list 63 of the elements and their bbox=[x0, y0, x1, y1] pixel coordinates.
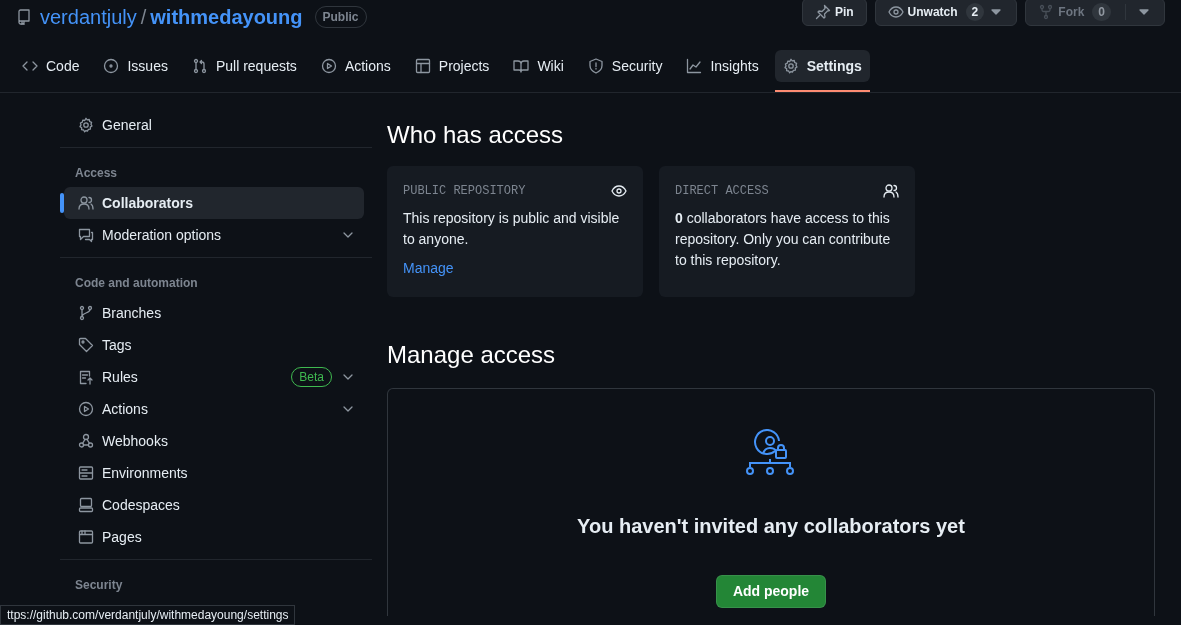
section-heading: Code and automation bbox=[74, 275, 199, 292]
path-separator: / bbox=[140, 6, 147, 28]
server-icon bbox=[78, 465, 94, 481]
section-title: Who has access bbox=[387, 121, 565, 150]
fork-icon bbox=[1038, 4, 1055, 20]
nav-tab[interactable]: Issues bbox=[95, 50, 176, 82]
pin-button[interactable]: Pin bbox=[801, 0, 867, 26]
branch-icon bbox=[78, 305, 94, 321]
browser-icon bbox=[78, 529, 94, 545]
sidebar-item[interactable]: Tags bbox=[64, 329, 364, 361]
sidebar-item[interactable]: General bbox=[64, 109, 364, 141]
eye-icon bbox=[611, 182, 627, 199]
play-icon bbox=[320, 58, 337, 74]
card-text: This repository is public and visible to anyone. bbox=[403, 208, 621, 249]
nav-tab[interactable]: Code bbox=[14, 50, 88, 82]
status-url: ttps://github.com/verdantjuly/withmedayoung/settings bbox=[0, 605, 296, 625]
sidebar-item[interactable]: Branches bbox=[64, 297, 364, 329]
tag-icon bbox=[78, 337, 94, 353]
computer-icon bbox=[78, 497, 94, 513]
section-heading: Access bbox=[74, 165, 119, 182]
settings-icon bbox=[782, 58, 799, 74]
sidebar-item[interactable]: Rules Beta bbox=[64, 361, 364, 393]
eye-icon bbox=[887, 4, 904, 20]
section-heading: Security bbox=[74, 577, 124, 594]
owner-link[interactable]: verdantjuly bbox=[40, 6, 137, 28]
play-icon bbox=[78, 401, 94, 417]
card-heading: PUBLIC REPOSITORY bbox=[403, 182, 526, 200]
sidebar-item[interactable]: Actions bbox=[64, 393, 364, 425]
table-icon bbox=[414, 58, 431, 74]
card-text: 0 collaborators have access to this repository. Only you can contribute to this repository. bbox=[675, 208, 892, 270]
graph-icon bbox=[686, 58, 703, 74]
sidebar-item[interactable]: Pages bbox=[64, 521, 364, 553]
nav-tab[interactable]: Pull requests bbox=[183, 50, 305, 82]
nav-tab[interactable]: Projects bbox=[406, 50, 498, 82]
add-people-button[interactable]: Add people bbox=[715, 574, 827, 608]
count-label: 0 bbox=[1092, 3, 1111, 21]
eye-button[interactable]: Unwatch 2 bbox=[874, 0, 1018, 26]
repo-name-link[interactable]: withmedayoung bbox=[150, 6, 303, 28]
sidebar-item[interactable]: Moderation options bbox=[64, 219, 364, 251]
sidebar-item[interactable]: Codespaces bbox=[64, 489, 364, 521]
people-icon bbox=[883, 182, 899, 199]
repo-icon bbox=[16, 9, 32, 25]
circle-dot-icon bbox=[103, 58, 120, 74]
settings-icon bbox=[78, 117, 94, 133]
shield-icon bbox=[587, 58, 604, 74]
sidebar-item[interactable]: Environments bbox=[64, 457, 364, 489]
people-icon bbox=[78, 195, 94, 211]
webhook-icon bbox=[78, 433, 94, 449]
nav-tab[interactable]: Insights bbox=[678, 50, 767, 82]
book-icon bbox=[513, 58, 530, 74]
card-heading: DIRECT ACCESS bbox=[675, 182, 769, 200]
nav-tab[interactable]: Actions bbox=[312, 50, 399, 82]
rules-icon bbox=[78, 369, 94, 385]
manage-link[interactable]: Manage bbox=[403, 257, 454, 279]
pin-icon bbox=[814, 4, 831, 20]
nav-tab[interactable]: Wiki bbox=[505, 50, 572, 82]
empty-state-message: You haven't invited any collaborators yet bbox=[577, 513, 965, 539]
section-title: Manage access bbox=[387, 340, 557, 370]
count-label: 2 bbox=[965, 3, 985, 21]
nav-tab[interactable]: Security bbox=[579, 50, 671, 82]
sidebar-item[interactable]: Webhooks bbox=[64, 425, 364, 457]
pull-request-icon bbox=[191, 58, 208, 74]
comment-icon bbox=[78, 227, 94, 243]
